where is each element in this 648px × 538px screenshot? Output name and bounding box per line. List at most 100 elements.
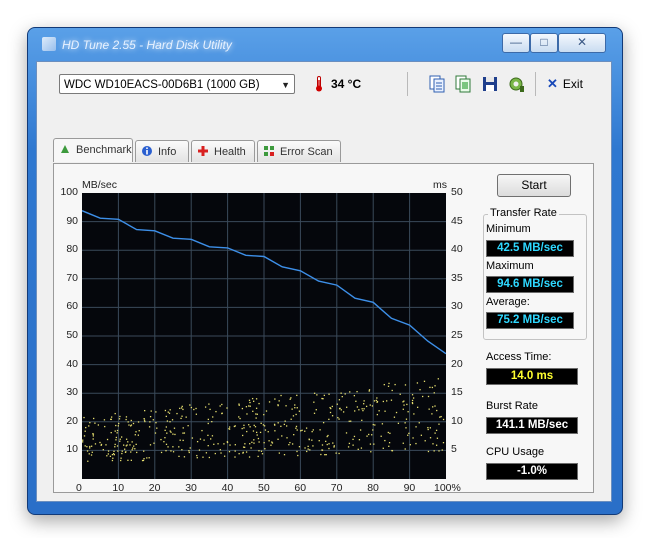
access-time-point bbox=[427, 426, 429, 429]
access-time-point bbox=[280, 425, 282, 427]
options-icon[interactable] bbox=[506, 74, 526, 94]
copy-text-icon[interactable] bbox=[427, 74, 447, 94]
access-time-point bbox=[436, 409, 438, 412]
access-time-point bbox=[294, 404, 296, 406]
access-time-point bbox=[285, 405, 287, 407]
access-time-point bbox=[119, 440, 121, 442]
access-time-point bbox=[387, 431, 389, 434]
access-time-point bbox=[318, 440, 320, 442]
access-time-point bbox=[202, 456, 204, 458]
access-time-point bbox=[170, 450, 172, 452]
health-icon bbox=[198, 146, 208, 156]
access-time-point bbox=[84, 430, 86, 432]
access-time-point bbox=[113, 454, 115, 456]
access-time-point bbox=[277, 422, 279, 424]
x-tick: 100% bbox=[434, 482, 461, 494]
access-time-point bbox=[329, 406, 331, 409]
access-time-point bbox=[169, 421, 171, 423]
access-time-point bbox=[89, 422, 91, 424]
access-time-point bbox=[249, 426, 251, 428]
access-time-point bbox=[435, 429, 438, 432]
access-time-point bbox=[338, 399, 341, 401]
access-time-point bbox=[388, 442, 391, 444]
access-time-point bbox=[336, 403, 338, 405]
access-time-point bbox=[228, 426, 231, 428]
access-time-point bbox=[165, 443, 168, 446]
access-time-point bbox=[403, 404, 405, 406]
access-time-point bbox=[233, 425, 236, 428]
access-time-point bbox=[315, 409, 317, 411]
access-time-point bbox=[116, 432, 118, 434]
access-time-point bbox=[99, 441, 101, 444]
maximize-button[interactable]: □ bbox=[530, 33, 558, 53]
app-window: HD Tune 2.55 - Hard Disk Utility — □ ✕ W… bbox=[27, 27, 623, 515]
access-time-point bbox=[376, 413, 379, 416]
access-time-point bbox=[285, 425, 288, 427]
access-time-point bbox=[248, 399, 251, 401]
access-time-point bbox=[353, 435, 356, 438]
drive-select[interactable]: WDC WD10EACS-00D6B1 (1000 GB) ▼ bbox=[59, 74, 295, 94]
access-time-point bbox=[434, 405, 436, 407]
title-bar[interactable]: HD Tune 2.55 - Hard Disk Utility — □ ✕ bbox=[28, 28, 622, 64]
access-time-point bbox=[86, 450, 89, 452]
access-time-point bbox=[268, 401, 271, 403]
minimize-button[interactable]: — bbox=[502, 33, 530, 53]
access-time-point bbox=[181, 415, 183, 417]
access-time-point bbox=[127, 421, 129, 423]
access-time-point bbox=[278, 452, 280, 454]
access-time-point bbox=[211, 435, 214, 437]
exit-button[interactable]: ✕ Exit bbox=[547, 74, 583, 94]
access-time-point bbox=[281, 435, 283, 437]
access-time-point bbox=[304, 430, 306, 432]
minimum-value: 42.5 MB/sec bbox=[486, 240, 574, 257]
access-time-point bbox=[290, 418, 292, 420]
access-time-point bbox=[152, 419, 154, 421]
tab-health[interactable]: Health bbox=[191, 140, 255, 162]
access-time-point bbox=[258, 441, 260, 443]
access-time-point bbox=[260, 422, 262, 425]
tab-error-scan[interactable]: Error Scan bbox=[257, 140, 341, 162]
access-time-scatter bbox=[82, 378, 445, 462]
access-time-point bbox=[283, 423, 286, 426]
access-time-point bbox=[289, 398, 291, 400]
transfer-rate-group: Transfer Rate Minimum 42.5 MB/sec Maximu… bbox=[483, 207, 587, 340]
access-time-point bbox=[248, 456, 251, 458]
access-time-point bbox=[369, 443, 372, 445]
access-time-point bbox=[226, 407, 228, 409]
y-tick-left: 60 bbox=[66, 300, 78, 313]
start-button[interactable]: Start bbox=[497, 174, 571, 197]
access-time-point bbox=[408, 432, 410, 435]
y-tick-right: 15 bbox=[451, 386, 463, 399]
access-time-point bbox=[242, 446, 245, 448]
close-button[interactable]: ✕ bbox=[558, 33, 606, 53]
access-time-point bbox=[195, 413, 198, 415]
access-time-point bbox=[363, 403, 365, 405]
access-time-point bbox=[259, 431, 262, 434]
access-time-point bbox=[411, 399, 414, 402]
save-icon[interactable] bbox=[480, 74, 500, 94]
access-time-point bbox=[149, 421, 151, 423]
access-time-point bbox=[409, 444, 411, 446]
access-time-point bbox=[258, 402, 260, 405]
access-time-point bbox=[212, 416, 214, 418]
y-tick-right: 40 bbox=[451, 243, 463, 256]
access-time-point bbox=[125, 416, 128, 418]
access-time-point bbox=[91, 451, 93, 453]
access-time-point bbox=[120, 436, 123, 438]
tab-benchmark[interactable]: Benchmark bbox=[53, 138, 133, 162]
access-time-point bbox=[97, 424, 100, 426]
access-time-point bbox=[110, 418, 112, 420]
access-time-point bbox=[82, 439, 84, 441]
access-time-point bbox=[327, 434, 329, 437]
access-time-point bbox=[107, 450, 110, 452]
benchmark-icon bbox=[61, 145, 69, 153]
access-time-point bbox=[223, 443, 225, 445]
tab-label: Error Scan bbox=[280, 146, 333, 158]
access-time-point bbox=[182, 439, 184, 442]
tab-info[interactable]: Info bbox=[135, 140, 189, 162]
access-time-point bbox=[115, 436, 118, 439]
access-time-point bbox=[320, 453, 322, 456]
copy-screenshot-icon[interactable] bbox=[453, 74, 473, 94]
access-time-point bbox=[114, 446, 116, 448]
access-time-point bbox=[129, 444, 131, 446]
